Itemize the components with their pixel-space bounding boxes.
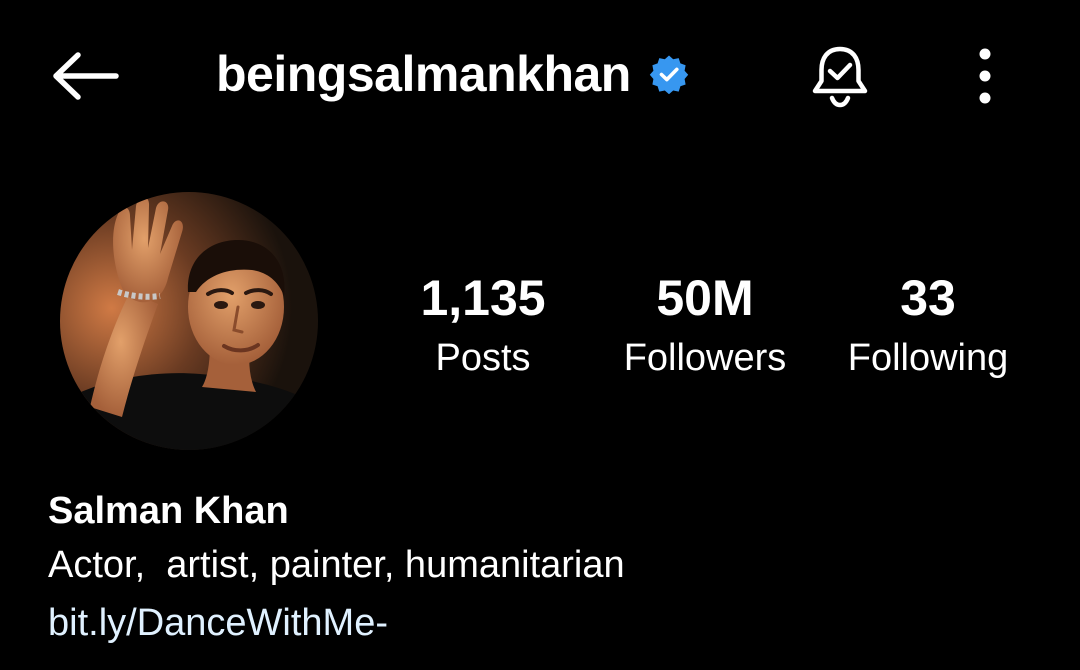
avatar[interactable] [60,192,318,450]
verified-badge-icon [649,55,689,94]
bio-link[interactable]: bit.ly/DanceWithMe- [48,600,388,646]
notifications-button[interactable] [800,36,880,116]
following-label: Following [847,337,1009,379]
more-options-button[interactable] [955,36,1015,116]
username: beingsalmankhan [216,46,631,102]
followers-stat[interactable]: 50M Followers [595,268,815,382]
following-count: 33 [900,270,956,326]
profile-photo [60,192,318,450]
posts-count: 1,135 [420,270,546,326]
bio-text: Actor, artist, painter, humanitarian [48,544,625,586]
header-title: beingsalmankhan [216,38,689,110]
followers-label: Followers [623,337,787,379]
followers-count: 50M [656,270,754,326]
following-stat[interactable]: 33 Following [818,268,1038,382]
posts-stat[interactable]: 1,135 Posts [373,268,593,382]
arrow-left-icon [53,52,119,100]
back-button[interactable] [40,40,130,112]
bell-check-icon [812,46,868,108]
more-vertical-icon [979,48,991,104]
posts-label: Posts [435,337,531,379]
display-name: Salman Khan [48,490,289,532]
